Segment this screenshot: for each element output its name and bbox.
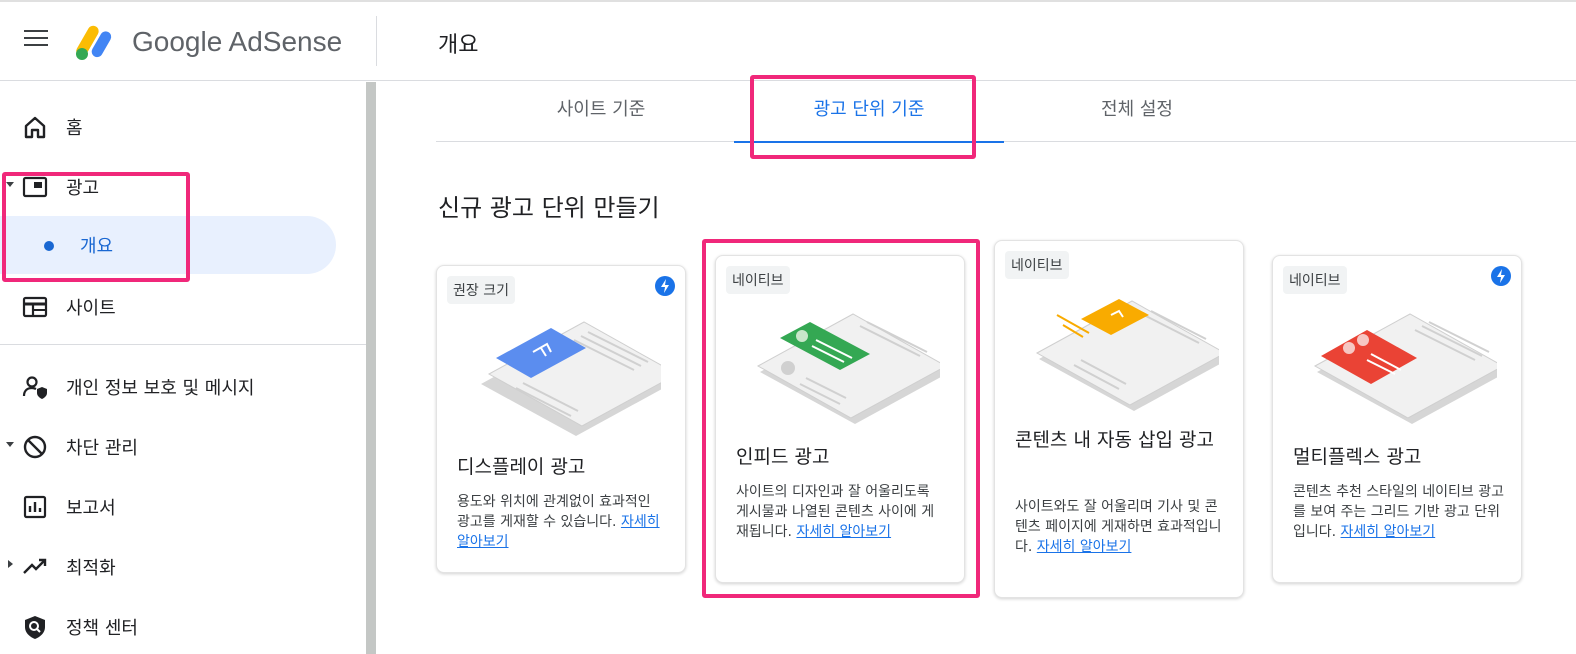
- app-header: Google AdSense 개요: [0, 2, 1576, 81]
- sidebar: 홈 광고 개요 사이트 개인 정보 보호 및 메시지 차단 관리 보고서 최적화…: [0, 82, 366, 654]
- display-ad-illustration: [481, 321, 661, 436]
- sidebar-item-label: 최적화: [66, 558, 116, 579]
- sidebar-item-overview[interactable]: 개요: [0, 216, 336, 274]
- header-divider: [376, 16, 377, 66]
- sidebar-item-label: 광고: [66, 178, 100, 199]
- section-title: 신규 광고 단위 만들기: [438, 194, 660, 222]
- home-icon: [24, 116, 46, 139]
- card-title: 콘텐츠 내 자동 삽입 광고: [1015, 429, 1214, 451]
- reports-icon: [23, 495, 47, 519]
- inarticle-ad-illustration: [1035, 299, 1219, 411]
- card-description: 용도와 위치에 관계없이 효과적인 광고를 게재할 수 있습니다. 자세히 알아…: [457, 494, 660, 550]
- display-ad-card[interactable]: 권장 크기 디스플레이 광고 용도와 위치에 관계없이 효과적인 광고를 게재할…: [436, 265, 686, 573]
- card-title: 멀티플렉스 광고: [1293, 446, 1422, 468]
- infeed-ad-card[interactable]: 네이티브 인피드 광고 사이트의 디자인과 잘 어울리도록 게시물과 나열된 콘…: [715, 255, 965, 583]
- bolt-icon: [1491, 266, 1511, 286]
- card-description: 사이트와도 잘 어울리며 기사 및 콘텐츠 페이지에 게재하면 효과적입니다. …: [1015, 499, 1222, 555]
- chevron-right-icon[interactable]: [8, 560, 13, 568]
- ads-icon: [22, 176, 48, 198]
- page-title: 개요: [438, 33, 479, 58]
- privacy-icon: [22, 376, 47, 399]
- tab-global-settings[interactable]: 전체 설정: [1002, 82, 1272, 142]
- block-icon: [23, 435, 47, 459]
- sidebar-item-label: 정책 센터: [66, 618, 138, 639]
- learn-more-link[interactable]: 자세히 알아보기: [1037, 539, 1132, 555]
- active-dot-icon: [44, 241, 54, 251]
- infeed-ad-illustration: [756, 313, 940, 424]
- inarticle-ad-card[interactable]: 네이티브 콘텐츠 내 자동 삽입 광고 사이트와도 잘 어울리며 기사 및 콘텐…: [994, 240, 1244, 598]
- sidebar-item-policy[interactable]: 정책 센터: [0, 598, 366, 654]
- tab-by-ad-unit[interactable]: 광고 단위 기준: [734, 82, 1004, 143]
- badge: 권장 크기: [447, 276, 515, 304]
- optimize-icon: [23, 558, 47, 574]
- chevron-down-icon[interactable]: [6, 182, 14, 187]
- sidebar-item-ads[interactable]: 광고: [0, 158, 366, 214]
- sidebar-item-label: 차단 관리: [66, 438, 138, 459]
- sidebar-item-label: 사이트: [66, 298, 116, 319]
- card-title: 인피드 광고: [736, 446, 830, 468]
- chevron-down-icon[interactable]: [6, 442, 14, 447]
- sites-icon: [22, 296, 48, 318]
- multiplex-ad-illustration: [1313, 313, 1497, 424]
- adsense-logo: [76, 25, 112, 60]
- learn-more-link[interactable]: 자세히 알아보기: [796, 524, 891, 540]
- badge: 네이티브: [726, 266, 790, 294]
- sidebar-item-reports[interactable]: 보고서: [0, 478, 366, 534]
- sidebar-item-sites[interactable]: 사이트: [0, 278, 366, 334]
- badge: 네이티브: [1005, 251, 1069, 279]
- badge: 네이티브: [1283, 266, 1347, 294]
- learn-more-link[interactable]: 자세히 알아보기: [1341, 524, 1436, 540]
- card-description: 사이트의 디자인과 잘 어울리도록 게시물과 나열된 콘텐츠 사이에 게재됩니다…: [736, 484, 935, 540]
- multiplex-ad-card[interactable]: 네이티브 멀티플렉스 광고 콘텐츠 추천 스타일의 네이티브 광고를 보여 주는…: [1272, 255, 1522, 583]
- policy-icon: [25, 616, 45, 639]
- sidebar-item-privacy[interactable]: 개인 정보 보호 및 메시지: [0, 358, 366, 414]
- sidebar-item-blocking[interactable]: 차단 관리: [0, 418, 366, 474]
- bolt-icon: [655, 276, 675, 296]
- menu-icon[interactable]: [24, 30, 48, 50]
- sidebar-item-label: 홈: [66, 118, 83, 139]
- view-tabs: 사이트 기준 광고 단위 기준 전체 설정: [436, 82, 1576, 143]
- sidebar-item-home[interactable]: 홈: [0, 98, 366, 154]
- sidebar-item-label: 개인 정보 보호 및 메시지: [66, 378, 255, 399]
- tab-by-site[interactable]: 사이트 기준: [466, 82, 736, 142]
- sidebar-item-optimize[interactable]: 최적화: [0, 538, 366, 594]
- card-title: 디스플레이 광고: [457, 456, 586, 478]
- brand-name: Google AdSense: [132, 26, 343, 57]
- sidebar-item-label: 개요: [80, 236, 114, 257]
- sidebar-item-label: 보고서: [66, 498, 116, 519]
- sidebar-divider: [0, 344, 366, 345]
- sidebar-scrollbar[interactable]: [366, 82, 376, 654]
- card-description: 콘텐츠 추천 스타일의 네이티브 광고를 보여 주는 그리드 기반 광고 단위입…: [1293, 484, 1504, 540]
